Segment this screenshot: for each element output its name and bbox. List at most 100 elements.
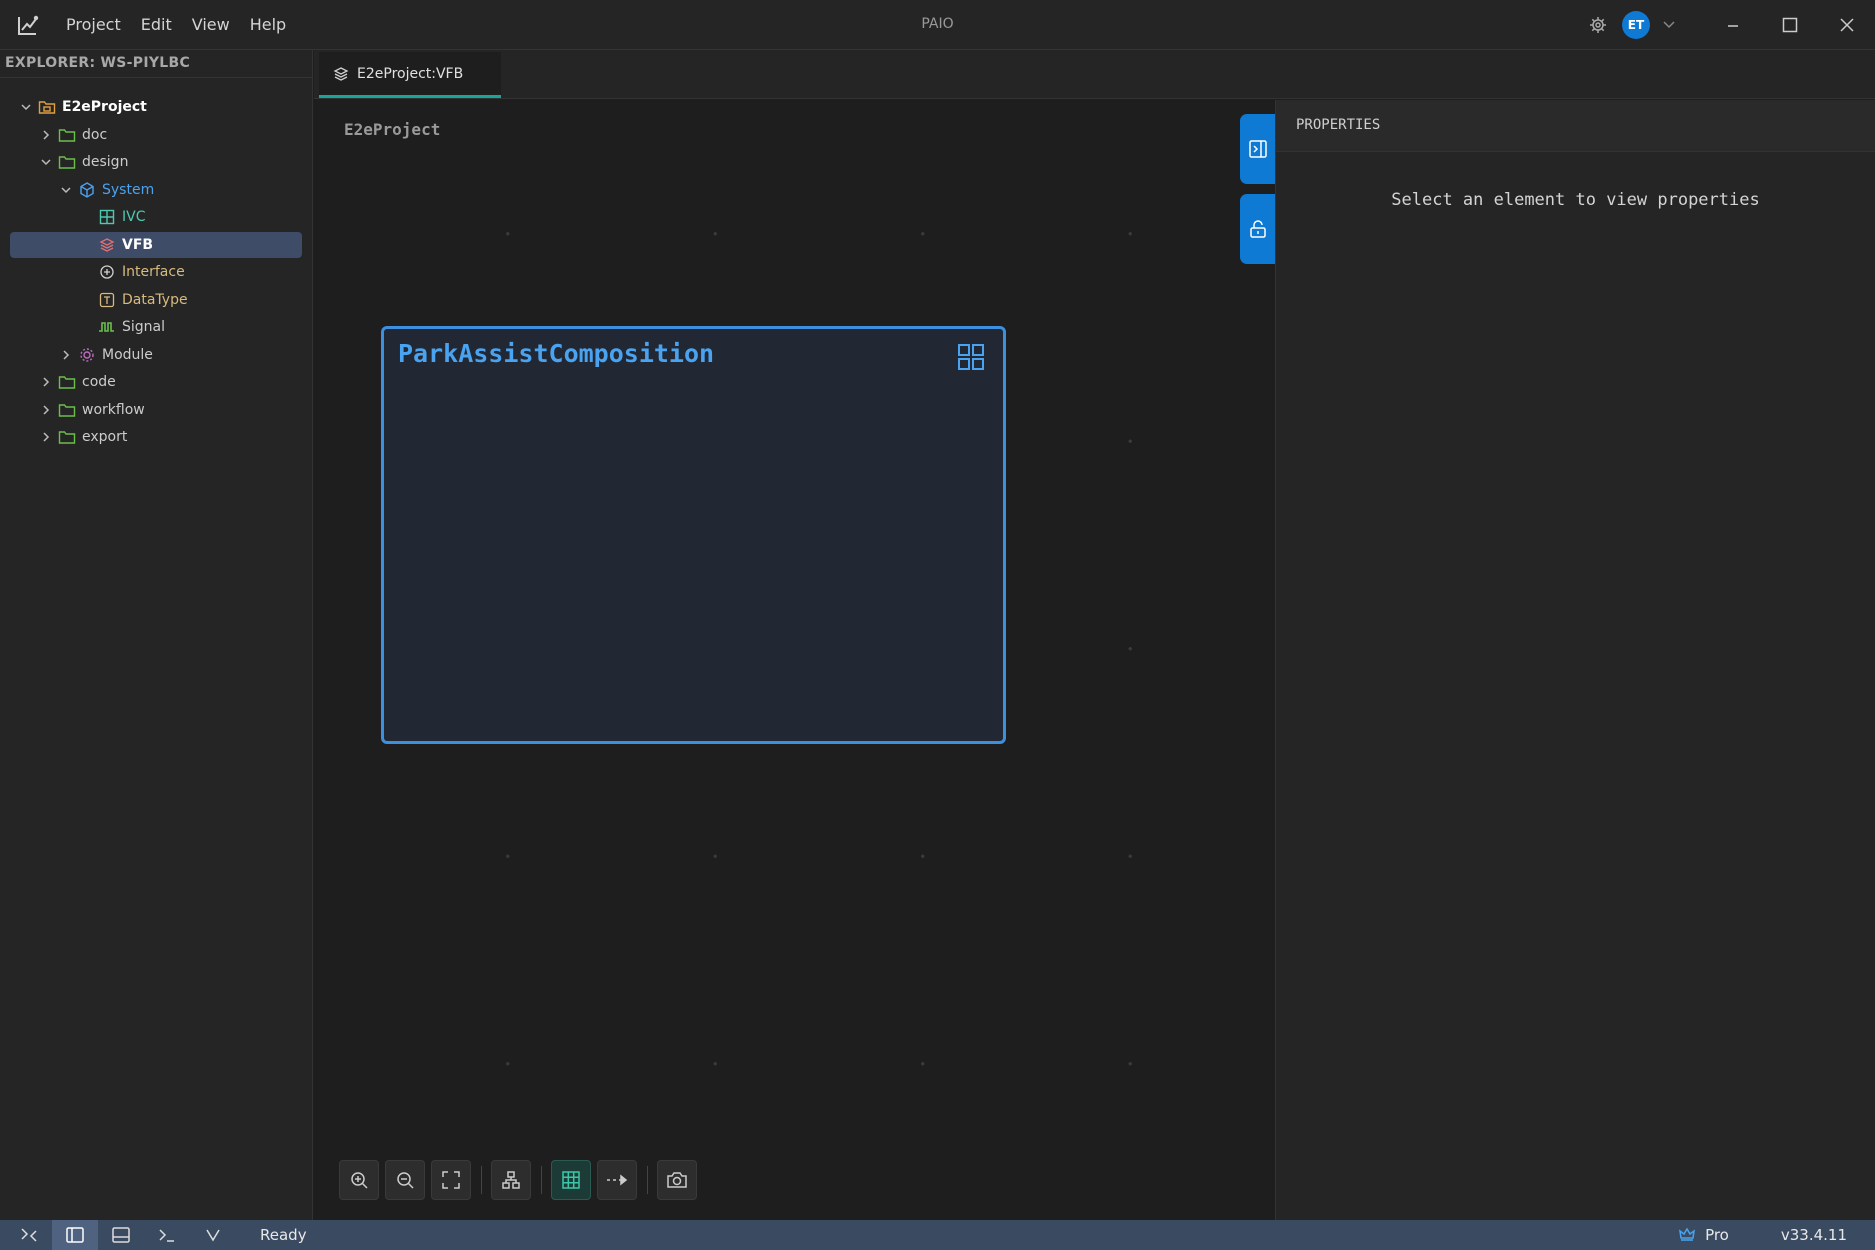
close-button[interactable] — [1818, 0, 1875, 50]
chevron-down-icon[interactable] — [1654, 0, 1684, 50]
layers-icon — [98, 236, 116, 254]
fullscreen-icon — [442, 1171, 460, 1189]
tree-item-label: export — [82, 429, 128, 445]
composition-box[interactable]: ParkAssistComposition — [381, 326, 1006, 744]
tree-item-system[interactable]: System — [10, 177, 302, 203]
user-avatar[interactable]: ET — [1618, 0, 1654, 50]
tab-e2eproject-vfb[interactable]: E2eProject:VFB — [319, 52, 501, 98]
editor-tab-bar: E2eProject:VFB — [314, 50, 1875, 99]
toggle-sidebar-button[interactable] — [52, 1220, 98, 1250]
toggle-bottom-panel-button[interactable] — [98, 1220, 144, 1250]
grid-table-icon — [98, 208, 116, 226]
signal-icon — [98, 318, 116, 336]
canvas-breadcrumb: E2eProject — [344, 120, 441, 139]
chevron-right-icon[interactable] — [38, 127, 54, 143]
fit-view-button[interactable] — [431, 1160, 471, 1200]
app-logo-icon[interactable] — [14, 11, 42, 39]
terminal-icon — [159, 1229, 174, 1242]
hierarchy-icon — [502, 1171, 520, 1189]
folder-icon — [58, 373, 76, 391]
folder-icon — [58, 126, 76, 144]
menu-edit[interactable]: Edit — [131, 0, 182, 50]
composition-title: ParkAssistComposition — [398, 339, 715, 368]
project-icon — [38, 98, 56, 116]
tree-item-ivc[interactable]: IVC — [10, 204, 302, 230]
tree-item-label: Module — [102, 346, 153, 363]
chevron-down-icon[interactable] — [38, 154, 54, 170]
title-bar: Project Edit View Help PAIO ET — [0, 0, 1875, 50]
folder-icon — [58, 401, 76, 419]
camera-icon — [667, 1172, 687, 1188]
plan-badge[interactable]: Pro — [1679, 1226, 1729, 1244]
tree-item-doc[interactable]: doc — [10, 122, 302, 148]
remote-connection-button[interactable] — [6, 1220, 52, 1250]
module-icon — [78, 346, 96, 364]
status-text: Ready — [260, 1226, 307, 1244]
zoom-out-button[interactable] — [385, 1160, 425, 1200]
merge-button[interactable] — [190, 1220, 236, 1250]
tree-item-vfb[interactable]: VFB — [10, 231, 302, 258]
remote-icon — [21, 1228, 37, 1242]
tree-item-label: workflow — [82, 401, 145, 418]
unlock-icon — [1249, 220, 1266, 238]
tree-item-interface[interactable]: Interface — [10, 259, 302, 285]
menu-bar: Project Edit View Help — [56, 0, 296, 50]
menu-project[interactable]: Project — [56, 0, 131, 50]
auto-layout-button[interactable] — [491, 1160, 531, 1200]
explorer-sidebar: EXPLORER: WS-PIYLBC E2eProject doc design S… — [0, 50, 313, 1220]
chevron-down-icon[interactable] — [58, 182, 74, 198]
bottom-panel-icon — [112, 1227, 130, 1243]
maximize-button[interactable] — [1761, 0, 1818, 50]
chevron-right-icon[interactable] — [38, 374, 54, 390]
canvas-side-tabs — [1240, 114, 1275, 274]
toolbar-separator — [647, 1166, 648, 1194]
properties-panel: PROPERTIES Select an element to view pro… — [1275, 100, 1875, 1220]
chevron-right-icon[interactable] — [38, 402, 54, 418]
tree-item-label: VFB — [122, 236, 154, 253]
tree-item-design[interactable]: design — [10, 149, 302, 175]
tree-item-code[interactable]: code — [10, 369, 302, 395]
tree-item-label: design — [82, 154, 129, 170]
tree-item-label: IVC — [122, 209, 146, 225]
panel-toggle-icon — [1248, 140, 1267, 158]
tree-item-e2eproject[interactable]: E2eProject — [10, 94, 302, 120]
dashed-arrow-icon — [607, 1174, 628, 1186]
chevron-right-icon[interactable] — [38, 429, 54, 445]
tab-label: E2eProject:VFB — [357, 65, 464, 82]
tree-item-export[interactable]: export — [10, 424, 302, 450]
grid-icon — [562, 1171, 580, 1189]
canvas-toolbar — [339, 1159, 703, 1201]
tree-item-datatype[interactable]: DataType — [10, 287, 302, 313]
grid-toggle-button[interactable] — [551, 1160, 591, 1200]
tree-item-workflow[interactable]: workflow — [10, 397, 302, 423]
settings-gear-icon[interactable] — [1578, 0, 1618, 50]
terminal-button[interactable] — [144, 1220, 190, 1250]
menu-help[interactable]: Help — [240, 0, 296, 50]
crown-icon — [1679, 1228, 1696, 1241]
properties-title: PROPERTIES — [1276, 100, 1875, 152]
chevron-down-icon[interactable] — [18, 99, 34, 115]
toggle-panel-button[interactable] — [1240, 114, 1275, 184]
folder-icon — [58, 428, 76, 446]
tree-item-label: DataType — [122, 291, 188, 308]
composition-grid-icon[interactable] — [957, 343, 985, 371]
tree-item-label: E2eProject — [62, 99, 147, 115]
chevron-right-icon[interactable] — [58, 347, 74, 363]
tree-item-module[interactable]: Module — [10, 342, 302, 368]
lock-button[interactable] — [1240, 194, 1275, 264]
menu-view[interactable]: View — [182, 0, 240, 50]
tree-item-signal[interactable]: Signal — [10, 314, 302, 340]
status-bar: Ready Pro v33.4.11 — [0, 1220, 1875, 1250]
screenshot-button[interactable] — [657, 1160, 697, 1200]
zoom-in-button[interactable] — [339, 1160, 379, 1200]
connector-mode-button[interactable] — [597, 1160, 637, 1200]
tree-item-label: doc — [82, 126, 108, 143]
toolbar-separator — [541, 1166, 542, 1194]
diagram-canvas[interactable]: E2eProject ParkAssistComposition — [314, 100, 1275, 1220]
minimize-button[interactable] — [1704, 0, 1761, 50]
toolbar-separator — [481, 1166, 482, 1194]
